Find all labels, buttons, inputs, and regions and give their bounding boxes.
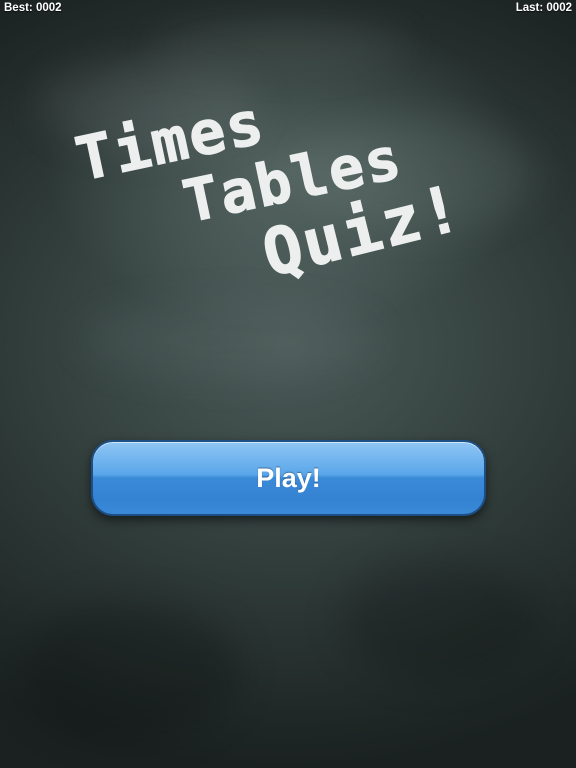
chalk-smudge (20, 600, 240, 740)
chalkboard-screen: Best: 0002 Last: 0002 Times Tables Quiz!… (0, 0, 576, 768)
play-button-label: Play! (256, 462, 321, 493)
chalk-smudge (80, 300, 380, 380)
play-button[interactable]: Play! (91, 440, 486, 516)
game-title: Times Tables Quiz! (69, 87, 470, 293)
chalk-smudge (340, 560, 540, 680)
